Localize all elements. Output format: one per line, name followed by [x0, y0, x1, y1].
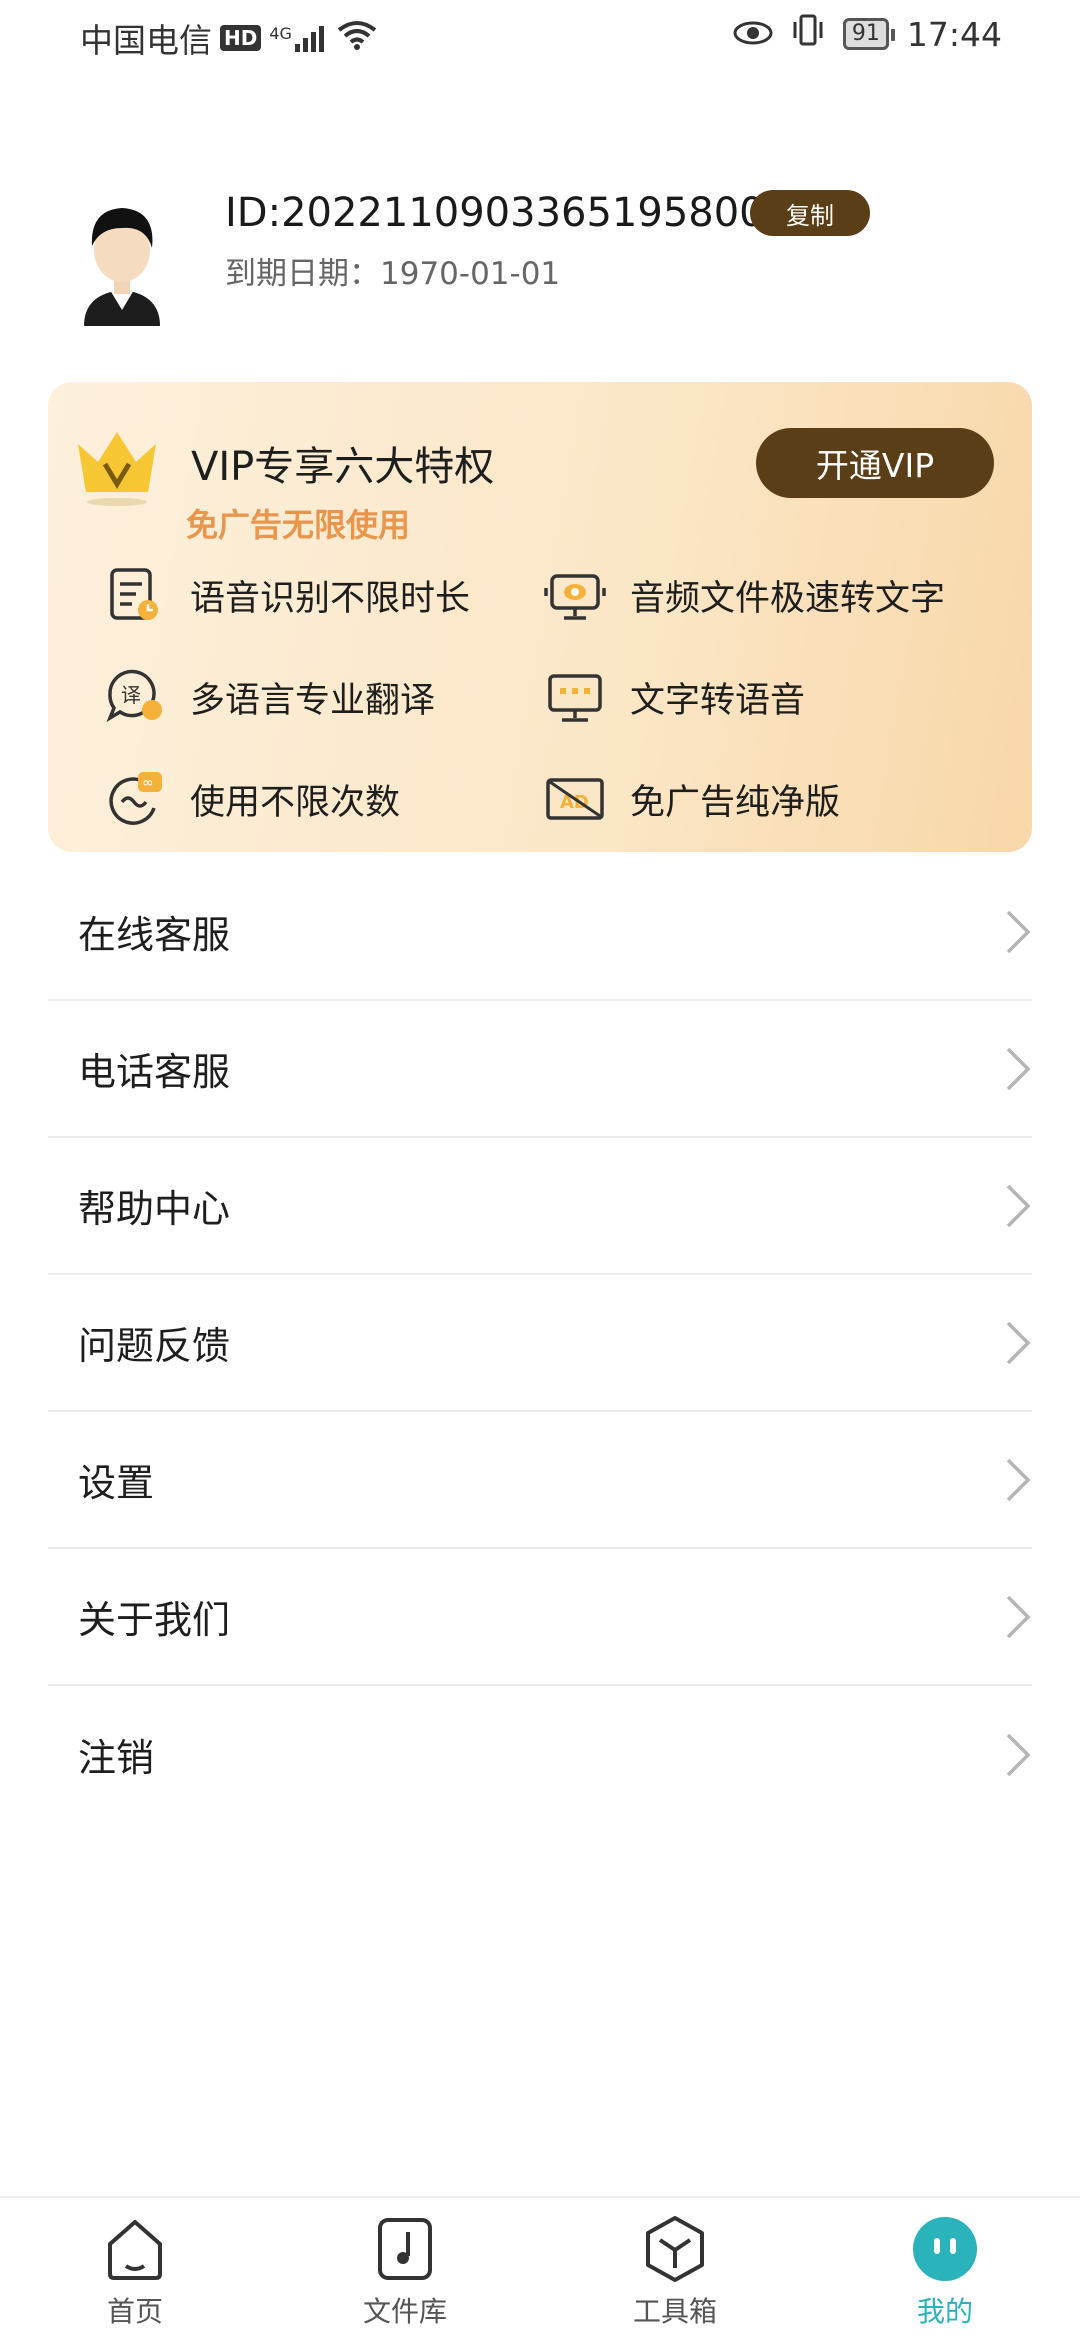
- unlimited-icon: ∞: [104, 768, 166, 830]
- menu-label: 帮助中心: [78, 1187, 231, 1231]
- svg-text:AD: AD: [560, 792, 589, 813]
- hd-badge: HD: [220, 25, 262, 51]
- music-file-icon: [378, 2218, 432, 2280]
- tab-label: 首页: [106, 2295, 163, 2328]
- chevron-right-icon: [1006, 1184, 1031, 1227]
- svg-text:译: 译: [121, 683, 141, 707]
- menu-item-phone-service[interactable]: 电话客服: [48, 1001, 1032, 1138]
- menu-label: 电话客服: [78, 1050, 231, 1094]
- menu-item-about-us[interactable]: 关于我们: [48, 1549, 1032, 1686]
- menu-label: 注销: [78, 1736, 155, 1780]
- battery-icon: 91: [842, 18, 895, 50]
- menu-label: 在线客服: [78, 913, 231, 957]
- text-to-speech-icon: [544, 666, 606, 728]
- chevron-right-icon: [1006, 910, 1031, 953]
- copy-button[interactable]: 复制: [750, 190, 870, 236]
- feature-no-ads: AD 免广告纯净版: [544, 768, 840, 830]
- crown-icon: [72, 422, 162, 512]
- feature-label: 使用不限次数: [190, 782, 401, 823]
- feature-label: 多语言专业翻译: [190, 680, 436, 721]
- menu-label: 设置: [78, 1461, 155, 1505]
- signal-icon: 4G: [269, 24, 329, 52]
- toolbox-icon: [646, 2216, 704, 2282]
- network-type: 4G: [269, 24, 292, 43]
- wifi-icon: [337, 19, 377, 58]
- voice-record-icon: [104, 564, 166, 626]
- tab-mine[interactable]: 我的: [855, 2198, 1035, 2340]
- open-vip-button[interactable]: 开通VIP: [756, 428, 994, 498]
- settings-menu: 在线客服 电话客服 帮助中心 问题反馈 设置 关于我们 注销: [48, 864, 1032, 1823]
- feature-label: 语音识别不限时长: [190, 578, 471, 619]
- expire-date: 到期日期：1970-01-01: [225, 256, 561, 292]
- menu-item-online-service[interactable]: 在线客服: [48, 864, 1032, 1001]
- vip-subtitle: 免广告无限使用: [186, 506, 411, 544]
- svg-text:∞: ∞: [142, 775, 154, 791]
- no-ads-icon: AD: [544, 768, 606, 830]
- tab-files[interactable]: 文件库: [315, 2198, 495, 2340]
- eye-icon: [733, 15, 773, 54]
- chevron-right-icon: [1006, 1458, 1031, 1501]
- menu-item-help-center[interactable]: 帮助中心: [48, 1138, 1032, 1275]
- feature-label: 音频文件极速转文字: [630, 578, 946, 619]
- vibrate-icon: [791, 14, 825, 54]
- chevron-right-icon: [1006, 1321, 1031, 1364]
- menu-item-settings[interactable]: 设置: [48, 1412, 1032, 1549]
- chevron-right-icon: [1006, 1595, 1031, 1638]
- chevron-right-icon: [1006, 1733, 1031, 1776]
- profile-header: ID:2022110903365195800 复制 到期日期：1970-01-0…: [70, 190, 1010, 340]
- mine-icon: [913, 2217, 977, 2281]
- tab-label: 工具箱: [632, 2295, 717, 2328]
- feature-voice-recognition: 语音识别不限时长: [104, 564, 470, 626]
- home-icon: [108, 2220, 162, 2280]
- feature-translation: 译 多语言专业翻译: [104, 666, 435, 728]
- status-left: 中国电信 HD 4G: [80, 14, 377, 62]
- feature-audio-to-text: 音频文件极速转文字: [544, 564, 945, 626]
- translate-icon: 译: [104, 666, 166, 728]
- menu-item-logout[interactable]: 注销: [48, 1686, 1032, 1823]
- menu-label: 关于我们: [78, 1598, 231, 1642]
- audio-to-text-icon: [544, 564, 606, 626]
- tab-label: 文件库: [362, 2295, 447, 2328]
- tab-label: 我的: [916, 2295, 973, 2328]
- avatar[interactable]: [70, 190, 174, 326]
- vip-card[interactable]: VIP专享六大特权 免广告无限使用 开通VIP 语音识别不限时长 音频文件极速转…: [48, 382, 1032, 852]
- carrier-label: 中国电信: [80, 21, 212, 60]
- feature-text-to-speech: 文字转语音: [544, 666, 805, 728]
- bottom-nav: 首页 文件库 工具箱 我的: [0, 2196, 1080, 2340]
- feature-unlimited: ∞ 使用不限次数: [104, 768, 400, 830]
- chevron-right-icon: [1006, 1047, 1031, 1090]
- feature-label: 文字转语音: [630, 680, 806, 721]
- feature-label: 免广告纯净版: [630, 782, 841, 823]
- menu-label: 问题反馈: [78, 1324, 231, 1368]
- status-right: 91 17:44: [733, 14, 1002, 54]
- menu-item-feedback[interactable]: 问题反馈: [48, 1275, 1032, 1412]
- clock: 17:44: [906, 14, 1002, 54]
- tab-home[interactable]: 首页: [45, 2198, 225, 2340]
- tab-toolbox[interactable]: 工具箱: [585, 2198, 765, 2340]
- vip-title: VIP专享六大特权: [191, 444, 495, 490]
- status-bar: 中国电信 HD 4G 91 17:44: [0, 0, 1080, 72]
- user-id: ID:2022110903365195800: [225, 190, 765, 236]
